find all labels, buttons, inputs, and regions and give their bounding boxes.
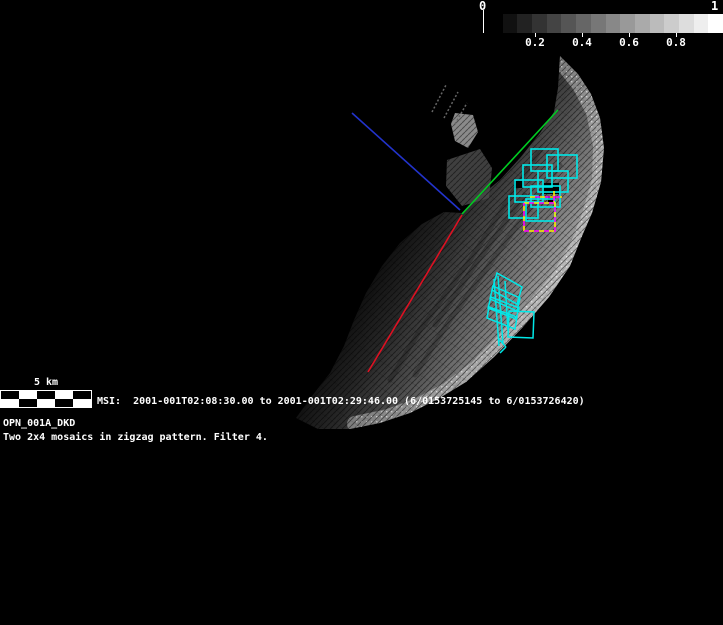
scalebar-cell [1,399,19,407]
asteroid-3d-view[interactable] [0,0,723,625]
colorbar-cell [634,14,650,33]
colorbar-max-label: 1 [711,0,719,13]
colorbar-cell [605,14,621,33]
colorbar-gradient-strip [488,14,723,33]
sequence-description: Two 2x4 mosaics in zigzag pattern. Filte… [3,432,268,443]
spin-axis-vector-blue [351,112,461,211]
colorbar-cell [502,14,518,33]
colorbar-cell [532,14,547,33]
scalebar-cell [55,399,73,407]
colorbar-cell [620,14,635,33]
scale-bar-label: 5 km [33,377,59,388]
colorbar-cell [488,14,503,33]
colorbar-tick-label: 0.4 [572,36,592,49]
dim-terrain-patch-dither [451,113,478,148]
scalebar-cell [19,399,37,407]
colorbar-tick-label: 0.8 [666,36,686,49]
colorbar-cell [576,14,591,33]
colorbar-tick-label: 0.2 [525,36,545,49]
scalebar-cell [55,391,73,399]
msi-time-range-line: MSI: 2001-001T02:08:30.00 to 2001-001T02… [97,396,585,407]
scale-bar-checker [0,390,92,408]
colorbar-cell [517,14,533,33]
colorbar-cell [561,14,577,33]
scalebar-cell [73,399,91,407]
colorbar-cell [708,14,723,33]
dim-terrain-patch-dither [446,149,492,206]
faint-facet-streak [431,84,447,113]
colorbar-cell [678,14,694,33]
colorbar-left-edge-tick [483,10,484,33]
scalebar-cell [37,399,55,407]
msi-planning-screen: 0 1 0.2 0.4 0.6 0.8 5 km MSI: 2001-001T02:0… [0,0,723,625]
colorbar-cell [546,14,562,33]
mesh-dither-overlay [296,56,604,429]
colorbar-cell [693,14,709,33]
scalebar-cell [1,391,19,399]
scalebar-cell [73,391,91,399]
scalebar-cell [37,391,55,399]
scalebar-cell [19,391,37,399]
colorbar-cell [590,14,606,33]
colorbar-cell [649,14,665,33]
asteroid-mesh [296,56,604,429]
colorbar-tick-label: 0.6 [619,36,639,49]
colorbar-cell [664,14,679,33]
sequence-id: OPN_001A_DKD [3,418,76,429]
